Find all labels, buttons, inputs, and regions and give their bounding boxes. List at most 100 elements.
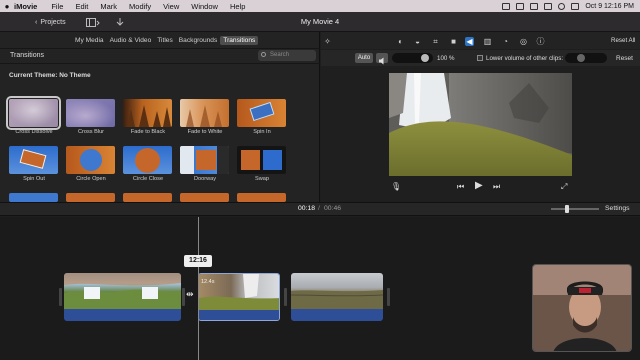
window-titlebar: ‹ Projects My Movie 4 — [0, 12, 640, 32]
tab-transitions[interactable]: Transitions — [220, 36, 259, 45]
menu-help[interactable]: Help — [230, 2, 245, 11]
tab-backgrounds[interactable]: Backgrounds — [176, 36, 221, 45]
menu-clock[interactable]: Oct 9 12:16 PM — [585, 3, 634, 10]
clip-filter-icon[interactable]: ◎ — [519, 37, 528, 46]
menu-bar: ● iMovie File Edit Mark Modify View Wind… — [0, 0, 640, 12]
video-preview[interactable] — [389, 73, 572, 176]
mute-button[interactable] — [376, 53, 388, 65]
transition-doorway[interactable] — [180, 146, 229, 174]
transition-label: Spin Out — [23, 176, 45, 182]
info-icon[interactable]: ⓘ — [536, 37, 545, 46]
menu-file[interactable]: File — [51, 2, 63, 11]
menu-edit[interactable]: Edit — [75, 2, 88, 11]
transition-cross-blur[interactable] — [66, 99, 115, 127]
transition-swap[interactable] — [237, 146, 286, 174]
stabilization-icon[interactable]: ■ — [449, 37, 458, 46]
audio-waveform — [199, 310, 279, 320]
time-separator: / — [318, 205, 320, 212]
reset-all-button[interactable]: Reset All — [611, 37, 635, 44]
auto-button[interactable]: Auto — [355, 53, 373, 63]
menu-mark[interactable]: Mark — [100, 2, 117, 11]
transition-fade-to-black[interactable] — [123, 99, 172, 127]
transition-circle-close[interactable] — [123, 146, 172, 174]
clip-handle[interactable] — [387, 288, 390, 306]
playhead[interactable] — [198, 217, 199, 360]
transition-spin-out[interactable] — [9, 146, 58, 174]
wifi-icon[interactable] — [544, 2, 553, 10]
search-placeholder: Search — [270, 52, 290, 58]
transition-label: Doorway — [193, 176, 217, 182]
transition-label: Cross Blur — [77, 129, 105, 135]
lower-volume-slider[interactable] — [565, 53, 607, 63]
transition-label: Circle Close — [132, 176, 164, 182]
zoom-knob[interactable] — [565, 205, 569, 213]
transition-label: Fade to White — [187, 129, 223, 135]
adjustments-toolbar — [321, 32, 640, 49]
transition-fade-to-white[interactable] — [180, 99, 229, 127]
volume-slider-knob[interactable] — [421, 54, 429, 62]
search-icon — [261, 52, 266, 57]
reset-button[interactable]: Reset — [616, 55, 633, 62]
audio-waveform — [291, 309, 383, 321]
play-icon[interactable]: ▶ — [475, 180, 483, 191]
search-input[interactable]: Search — [258, 50, 316, 61]
screen-record-icon[interactable] — [502, 2, 511, 10]
lower-volume-label: Lower volume of other clips: — [486, 55, 564, 62]
timeline-clip[interactable] — [64, 273, 181, 321]
menu-app[interactable]: iMovie — [14, 2, 37, 11]
noise-reduction-icon[interactable]: ▥ — [483, 37, 492, 46]
search-icon[interactable] — [558, 2, 566, 10]
lower-volume-knob[interactable] — [577, 54, 585, 62]
menu-view[interactable]: View — [163, 2, 179, 11]
transition-circle-open[interactable] — [66, 146, 115, 174]
transition-label: Spin In — [253, 129, 271, 135]
transition-label: Fade to Black — [130, 129, 166, 135]
control-center-icon[interactable] — [571, 2, 580, 10]
timeline-settings-button[interactable]: Settings — [605, 205, 630, 212]
timeline-clip[interactable] — [291, 273, 383, 321]
transition-label: Circle Open — [76, 176, 106, 182]
transition-tile[interactable] — [180, 193, 229, 202]
tab-titles[interactable]: Titles — [154, 36, 176, 45]
section-title: Transitions — [10, 52, 44, 59]
transition-tile[interactable] — [9, 193, 58, 202]
speed-icon[interactable]: ◔ — [501, 37, 510, 46]
lower-volume-checkbox[interactable] — [477, 55, 483, 61]
menu-modify[interactable]: Modify — [129, 2, 151, 11]
browser-tabs: My Media Audio & Video Titles Background… — [72, 36, 259, 45]
color-correction-icon[interactable]: ◒ — [413, 37, 422, 46]
status-area: Oct 9 12:16 PM — [502, 0, 634, 12]
transition-tile[interactable] — [66, 193, 115, 202]
transition-duration: 12.4s — [201, 279, 215, 285]
clip-handle[interactable] — [284, 288, 287, 306]
skip-back-icon[interactable]: ⏮ — [457, 182, 464, 192]
box-icon[interactable] — [530, 2, 539, 10]
transition-tile[interactable] — [237, 193, 286, 202]
fullscreen-icon[interactable]: ⤢ — [561, 182, 567, 192]
camera-icon[interactable] — [516, 2, 525, 10]
color-balance-icon[interactable]: ◐ — [396, 37, 405, 46]
transition-spin-in[interactable] — [237, 99, 286, 127]
tab-audio-video[interactable]: Audio & Video — [107, 36, 155, 45]
transition-tile[interactable] — [123, 193, 172, 202]
tab-my-media[interactable]: My Media — [72, 36, 107, 45]
skip-forward-icon[interactable]: ⏭ — [493, 182, 500, 192]
volume-slider[interactable] — [392, 53, 433, 63]
trim-cursor-icon: ⇹ — [186, 289, 194, 299]
volume-percent: 100 % — [437, 55, 455, 62]
menu-window[interactable]: Window — [191, 2, 218, 11]
current-time: 00:18 — [298, 205, 316, 212]
audio-waveform — [64, 309, 181, 321]
transition-label: Swap — [255, 176, 269, 182]
clip-handle[interactable] — [182, 288, 185, 306]
zoom-slider[interactable] — [551, 205, 599, 213]
volume-icon[interactable]: ◀ — [465, 37, 474, 46]
transition-cross-dissolve[interactable] — [6, 96, 61, 130]
crop-icon[interactable]: ⌗ — [431, 37, 440, 46]
window-title: My Movie 4 — [300, 17, 340, 26]
magic-wand-icon[interactable]: ✧ — [323, 37, 332, 46]
apple-menu-icon[interactable]: ● — [0, 2, 14, 11]
clip-handle[interactable] — [59, 288, 62, 306]
microphone-icon[interactable]: 🎙︎ — [391, 182, 401, 191]
timeline-header — [0, 202, 640, 216]
